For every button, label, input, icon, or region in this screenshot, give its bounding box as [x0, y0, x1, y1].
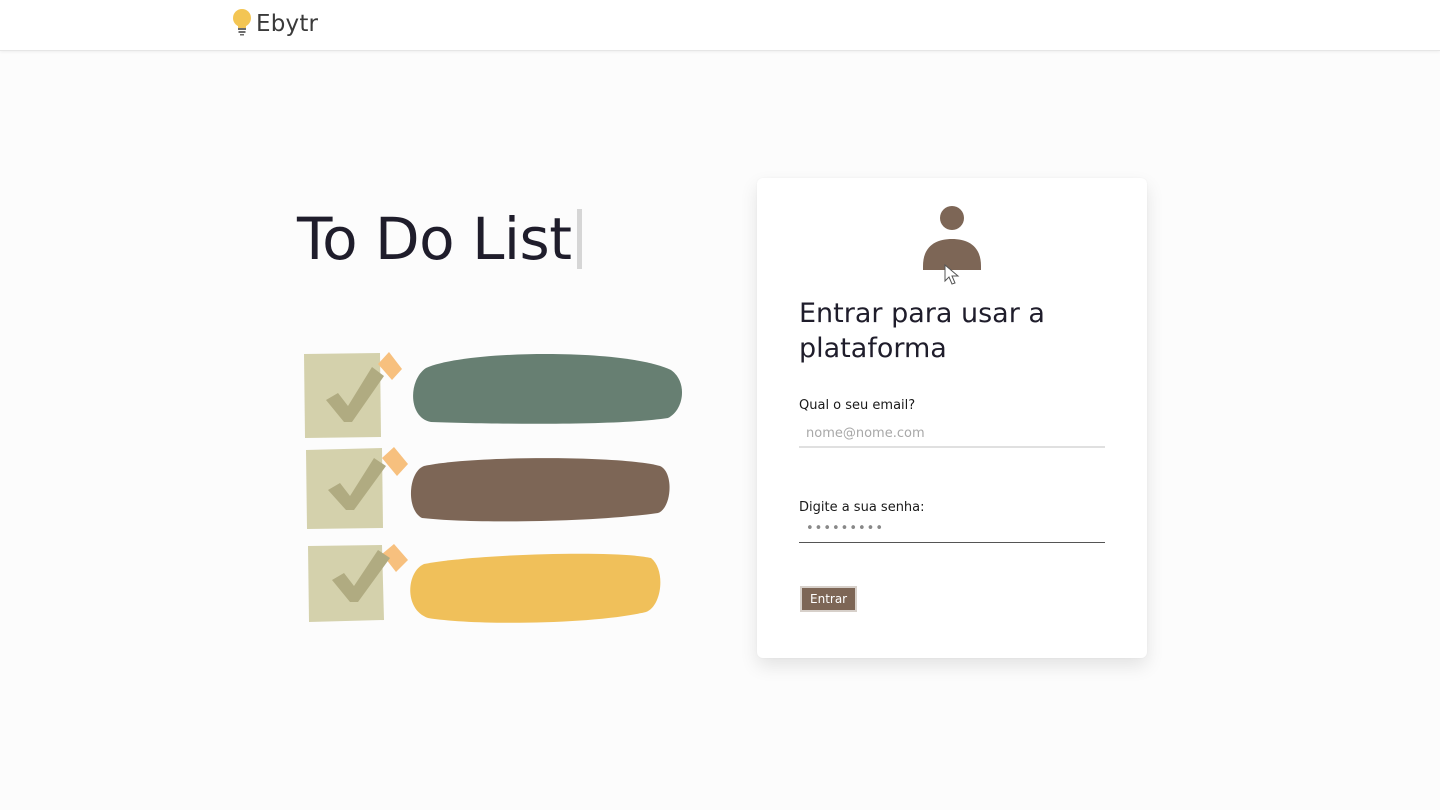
top-navbar: Ebytr [0, 0, 1440, 51]
email-label: Qual o seu email? [799, 398, 916, 413]
todo-row-2 [306, 447, 670, 529]
password-input[interactable] [799, 515, 1105, 543]
task-bar-1 [413, 354, 683, 424]
hero-title: To Do List [297, 204, 583, 274]
mouse-cursor-icon [944, 263, 960, 290]
login-card: Entrar para usar a plataforma Qual o seu… [757, 178, 1147, 658]
todo-row-3 [308, 544, 661, 623]
hero-title-text: To Do List [297, 205, 572, 273]
checkbox-2 [306, 448, 383, 529]
login-submit-button[interactable]: Entrar [800, 586, 858, 612]
brand-name: Ebytr [256, 11, 319, 37]
email-input[interactable] [799, 420, 1105, 448]
brand-logo[interactable]: Ebytr [231, 8, 318, 40]
task-bar-2 [410, 458, 670, 522]
typing-caret [577, 209, 583, 269]
accent-2 [382, 447, 408, 476]
password-label: Digite a sua senha: [799, 500, 925, 515]
task-bar-3 [410, 553, 661, 623]
todo-illustration [296, 340, 696, 634]
login-title: Entrar para usar a plataforma [799, 298, 1045, 364]
todo-row-1 [304, 352, 683, 438]
lightbulb-icon [231, 8, 253, 40]
